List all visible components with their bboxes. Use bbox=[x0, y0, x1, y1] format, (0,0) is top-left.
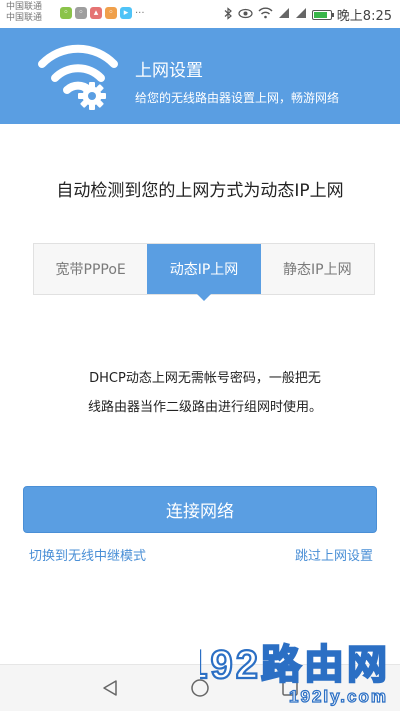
app-a-icon: ▴ bbox=[90, 7, 102, 19]
battery-fill bbox=[313, 11, 328, 18]
battery-icon bbox=[311, 9, 334, 20]
play-icon: ▸ bbox=[120, 7, 132, 19]
tab-dynamic-ip[interactable]: 动态IP上网 bbox=[147, 244, 261, 301]
clock: 晚上8:25 bbox=[336, 9, 392, 24]
carrier-1: 中国联通 bbox=[6, 2, 43, 12]
header-banner: 上网设置 给您的无线路由器设置上网，畅游网络 bbox=[0, 28, 400, 124]
notification-icons: ◦ ◦ ▴ ◦ ▸ ··· bbox=[60, 7, 145, 19]
chat-icon: ◦ bbox=[75, 7, 87, 19]
watermark-text: 192路由网 bbox=[200, 643, 390, 687]
signal-1-icon bbox=[278, 7, 290, 22]
more-icon: ··· bbox=[135, 7, 145, 19]
app-b-icon: ◦ bbox=[105, 7, 117, 19]
status-right: 晚上8:25 bbox=[224, 5, 392, 24]
wifi-status-icon bbox=[258, 7, 273, 22]
connection-type-tabs: 宽带PPPoE 动态IP上网 静态IP上网 bbox=[33, 243, 375, 301]
wechat-icon: ◦ bbox=[60, 7, 72, 19]
description: DHCP动态上网无需帐号密码，一般把无 线路由器当作二级路由进行组网时使用。 bbox=[50, 364, 360, 422]
tab-dynamic-ip-label: 动态IP上网 bbox=[169, 262, 239, 278]
skip-setup-link[interactable]: 跳过上网设置 bbox=[295, 545, 373, 564]
connect-button-label: 连接网络 bbox=[166, 502, 234, 522]
detect-result-title: 自动检测到您的上网方式为动态IP上网 bbox=[56, 181, 344, 201]
tab-static-ip-label: 静态IP上网 bbox=[283, 262, 352, 278]
eye-icon bbox=[238, 8, 253, 22]
status-bar: 中国联通 中国联通 ◦ ◦ ▴ ◦ ▸ ··· 晚上8:25 bbox=[0, 0, 400, 28]
carrier-2: 中国联通 bbox=[6, 13, 43, 23]
wifi-gear-icon bbox=[38, 40, 118, 118]
switch-repeater-link[interactable]: 切换到无线中继模式 bbox=[29, 545, 146, 564]
page-subtitle: 给您的无线路由器设置上网，畅游网络 bbox=[135, 91, 340, 105]
back-triangle-icon[interactable] bbox=[101, 679, 119, 701]
carrier-info: 中国联通 中国联通 bbox=[6, 2, 42, 24]
bluetooth-icon bbox=[224, 6, 233, 23]
description-line-1: DHCP动态上网无需帐号密码，一般把无 bbox=[89, 371, 321, 386]
watermark: 192路由网 192ly.com bbox=[184, 632, 396, 711]
watermark-url: 192ly.com bbox=[289, 687, 388, 706]
connect-button[interactable]: 连接网络 bbox=[23, 486, 377, 533]
description-line-2: 线路由器当作二级路由进行组网时使用。 bbox=[87, 400, 322, 415]
page-title: 上网设置 bbox=[135, 61, 203, 81]
tab-static-ip[interactable]: 静态IP上网 bbox=[261, 244, 374, 294]
signal-2-icon bbox=[295, 7, 307, 22]
tab-pppoe[interactable]: 宽带PPPoE bbox=[34, 244, 147, 294]
tab-pppoe-label: 宽带PPPoE bbox=[55, 262, 126, 278]
